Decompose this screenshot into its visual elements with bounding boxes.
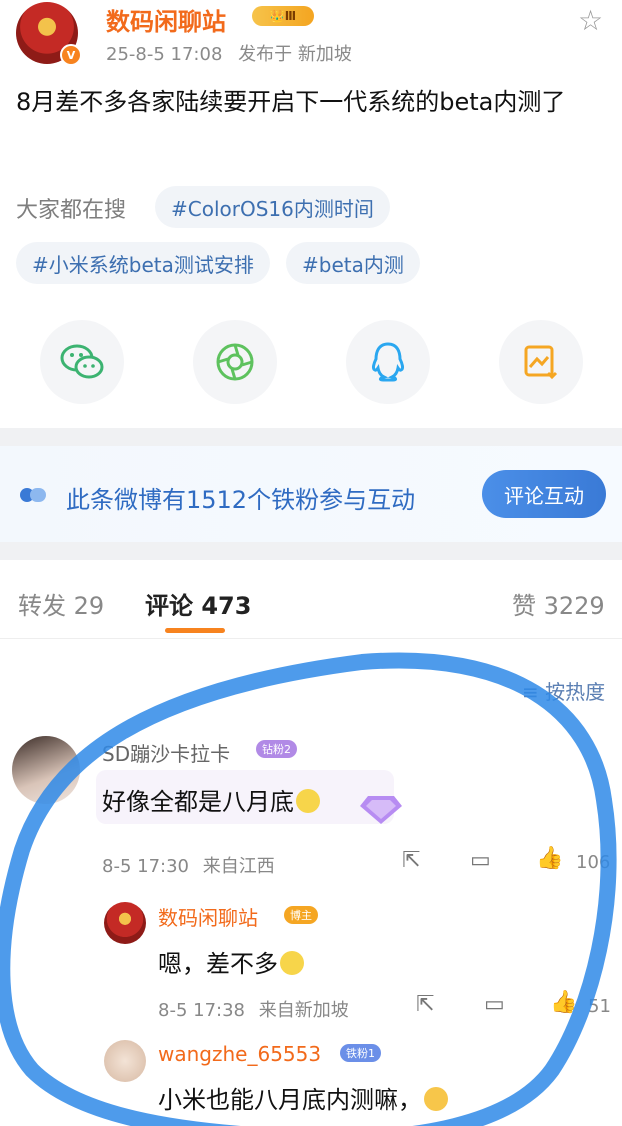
reply-text-content: 小米也能八月底内测嘛， bbox=[158, 1086, 422, 1114]
qq-icon[interactable] bbox=[346, 320, 430, 404]
fans-icon bbox=[20, 484, 50, 510]
like-count: 106 bbox=[576, 852, 611, 873]
emoji-icon bbox=[296, 789, 320, 813]
comment-author[interactable]: SD蹦沙卡拉卡 bbox=[102, 738, 230, 767]
post-text: 8月差不多各家陆续要开启下一代系统的beta内测了 bbox=[16, 88, 566, 116]
tab-indicator bbox=[165, 628, 225, 633]
reply-location: 来自新加坡 bbox=[258, 1000, 349, 1021]
share-icon[interactable]: ⇱ bbox=[416, 992, 434, 1017]
like-count: 51 bbox=[588, 996, 611, 1017]
favorite-star-icon[interactable]: ☆ bbox=[578, 4, 603, 37]
search-tag[interactable]: #小米系统beta测试安排 bbox=[16, 242, 270, 284]
reply-text-content: 嗯，差不多 bbox=[158, 950, 278, 978]
post-location: 发布于 新加坡 bbox=[238, 44, 352, 65]
comment-text-content: 好像全都是八月底 bbox=[102, 788, 294, 816]
comment-text: 好像全都是八月底 bbox=[102, 782, 320, 817]
reply-time: 8-5 17:38 bbox=[158, 1000, 245, 1021]
comment-meta: 8-5 17:30 来自江西 bbox=[102, 852, 275, 878]
fans-text: 此条微博有1512个铁粉参与互动 bbox=[66, 486, 416, 514]
verified-badge: V bbox=[60, 44, 82, 66]
reply-author[interactable]: wangzhe_65553 bbox=[158, 1042, 321, 1066]
search-label: 大家都在搜 bbox=[16, 198, 127, 223]
like-icon[interactable]: 👍 bbox=[536, 846, 563, 871]
level-text: Ⅲ bbox=[284, 9, 297, 23]
tab-comment[interactable]: 评论 473 bbox=[145, 586, 251, 621]
sort-button[interactable]: ≡ 按热度 bbox=[522, 676, 605, 705]
comment-interact-button[interactable]: 评论互动 bbox=[482, 470, 606, 518]
section-divider bbox=[0, 542, 622, 560]
diamond-icon bbox=[358, 792, 404, 830]
fan-badge: 铁粉1 bbox=[340, 1044, 381, 1062]
crying-emoji-icon bbox=[424, 1087, 448, 1111]
reply-text: 小米也能八月底内测嘛， bbox=[158, 1080, 448, 1115]
reply-icon[interactable]: ▭ bbox=[470, 848, 491, 873]
reply-text: 嗯，差不多 bbox=[158, 944, 304, 979]
tab-divider bbox=[0, 638, 622, 639]
comment-avatar[interactable] bbox=[12, 736, 80, 804]
reply-author[interactable]: 数码闲聊站 bbox=[158, 902, 258, 931]
owner-badge: 博主 bbox=[284, 906, 318, 924]
sort-label: 按热度 bbox=[545, 680, 606, 704]
comment-time: 8-5 17:30 bbox=[102, 856, 189, 877]
section-divider bbox=[0, 428, 622, 446]
reply-avatar[interactable] bbox=[104, 1040, 146, 1082]
level-badge: 👑 Ⅲ bbox=[252, 6, 314, 26]
post-meta: 25-8-5 17:08 发布于 新加坡 bbox=[106, 40, 352, 66]
author-name[interactable]: 数码闲聊站 bbox=[106, 2, 226, 37]
post-date: 25-8-5 17:08 bbox=[106, 44, 223, 65]
reply-avatar[interactable] bbox=[104, 902, 146, 944]
tab-repost[interactable]: 转发 29 bbox=[18, 586, 104, 621]
reply-meta: 8-5 17:38 来自新加坡 bbox=[158, 996, 349, 1022]
search-tag[interactable]: #ColorOS16内测时间 bbox=[155, 186, 390, 228]
save-image-icon[interactable] bbox=[499, 320, 583, 404]
like-icon[interactable]: 👍 bbox=[550, 990, 577, 1015]
share-icon[interactable]: ⇱ bbox=[402, 848, 420, 873]
emoji-icon bbox=[280, 951, 304, 975]
search-tag[interactable]: #beta内测 bbox=[286, 242, 420, 284]
wechat-icon[interactable] bbox=[40, 320, 124, 404]
tab-like[interactable]: 赞 3229 bbox=[512, 586, 605, 621]
fan-badge: 钻粉2 bbox=[256, 740, 297, 758]
comment-location: 来自江西 bbox=[202, 856, 275, 877]
reply-icon[interactable]: ▭ bbox=[484, 992, 505, 1017]
moments-icon[interactable] bbox=[193, 320, 277, 404]
